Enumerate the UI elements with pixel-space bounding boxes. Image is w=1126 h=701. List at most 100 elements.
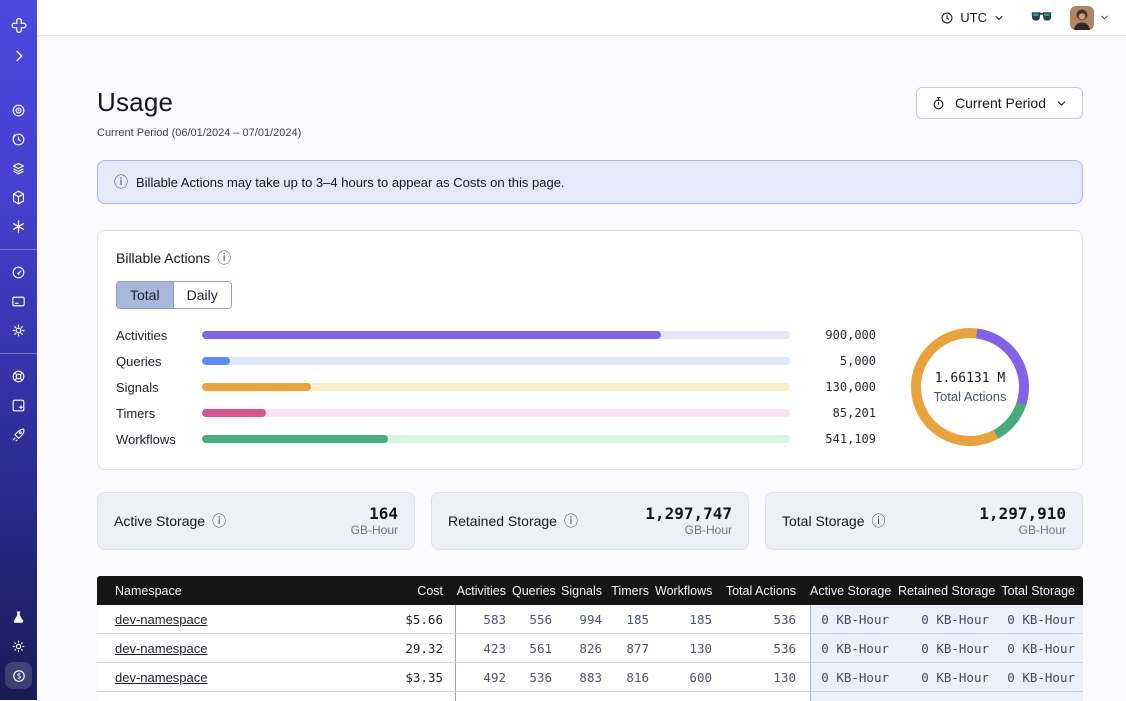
bar-label: Signals bbox=[116, 380, 186, 395]
table-row: dev-namespace$3.354925368838166001300 KB… bbox=[97, 663, 1083, 692]
table-cell: 583 bbox=[455, 605, 512, 633]
bar-track bbox=[202, 435, 790, 443]
stopwatch-icon bbox=[931, 96, 946, 111]
docs-icon[interactable] bbox=[5, 392, 32, 419]
table-cell: 826 bbox=[558, 634, 608, 662]
bar-label: Timers bbox=[116, 406, 186, 421]
namespaces-icon[interactable] bbox=[5, 97, 32, 124]
table-cell: 816 bbox=[608, 663, 655, 691]
table-cell: 0 KB-Hour bbox=[810, 663, 898, 691]
bar-track bbox=[202, 409, 790, 417]
period-selector-label: Current Period bbox=[955, 95, 1046, 111]
info-icon: ⓘ bbox=[114, 172, 128, 192]
table-cell: 0 KB-Hour bbox=[998, 605, 1083, 633]
column-header-active-storage: Active Storage bbox=[810, 584, 898, 598]
bar-track bbox=[202, 331, 790, 339]
table-cell: 536 bbox=[718, 634, 810, 662]
nexus-asterisk-icon[interactable] bbox=[5, 213, 32, 240]
stat-label: Total Storage bbox=[782, 513, 865, 529]
column-header-cost: Cost bbox=[380, 584, 455, 598]
timezone-selector[interactable]: UTC bbox=[940, 10, 1005, 25]
usage-gauge-icon[interactable] bbox=[5, 259, 32, 286]
info-icon[interactable]: ⓘ bbox=[564, 511, 578, 531]
column-header-total-actions: Total Actions bbox=[718, 584, 810, 598]
billing-card-icon[interactable] bbox=[5, 288, 32, 315]
main-content: Usage Current Period (06/01/2024 – 07/01… bbox=[37, 37, 1126, 700]
deployments-icon[interactable] bbox=[5, 155, 32, 182]
stat-label: Retained Storage bbox=[448, 513, 557, 529]
column-header-total-storage: Total Storage bbox=[998, 584, 1083, 598]
table-cell: 0 KB-Hour bbox=[898, 663, 998, 691]
support-lifebuoy-icon[interactable] bbox=[5, 363, 32, 390]
actions-bar-chart: Activities900,000Queries5,000Signals130,… bbox=[116, 322, 876, 452]
table-row: dev-namespace29.324235618268771305360 KB… bbox=[97, 634, 1083, 663]
tab-daily[interactable]: Daily bbox=[173, 282, 231, 308]
chevron-down-icon bbox=[993, 12, 1005, 24]
stat-unit: GB-Hour bbox=[645, 523, 732, 537]
feedback-glasses-icon[interactable] bbox=[1031, 10, 1052, 25]
info-icon[interactable]: ⓘ bbox=[872, 511, 886, 531]
bar-row-timers: Timers85,201 bbox=[116, 400, 876, 426]
user-menu[interactable] bbox=[1070, 6, 1110, 30]
table-cell: 536 bbox=[512, 663, 558, 691]
namespace-link[interactable]: dev-namespace bbox=[115, 670, 208, 685]
billable-actions-card: Billable Actions ⓘ Total Daily Activitie… bbox=[97, 230, 1083, 470]
sidebar: $ bbox=[0, 0, 37, 700]
column-header-workflows: Workflows bbox=[655, 584, 718, 598]
info-banner-text: Billable Actions may take up to 3–4 hour… bbox=[136, 175, 565, 190]
page-title: Usage bbox=[97, 87, 301, 118]
column-header-timers: Timers bbox=[608, 584, 655, 598]
theme-sun-icon[interactable] bbox=[5, 633, 32, 660]
sidebar-divider bbox=[0, 353, 37, 354]
info-icon[interactable]: ⓘ bbox=[217, 248, 231, 268]
namespace-link[interactable]: dev-namespace bbox=[115, 612, 208, 627]
column-header-activities: Activities bbox=[455, 584, 512, 598]
bar-fill bbox=[202, 383, 311, 391]
table-row: dev-namespace$5.665835569941851855360 KB… bbox=[97, 605, 1083, 634]
table-cell: 536 bbox=[718, 605, 810, 633]
chevron-down-icon bbox=[1055, 97, 1068, 110]
clock-icon bbox=[940, 11, 954, 25]
active-storage-card: Active Storageⓘ 164GB-Hour bbox=[97, 492, 415, 550]
table-cell: 29.32 bbox=[380, 634, 455, 662]
billable-actions-title: Billable Actions bbox=[116, 250, 210, 266]
table-header: NamespaceCostActivitiesQueriesSignalsTim… bbox=[97, 576, 1083, 605]
stat-value: 1,297,910 bbox=[979, 505, 1066, 523]
table-cell: 492 bbox=[455, 663, 512, 691]
table-cell: 883 bbox=[558, 663, 608, 691]
labs-flask-icon[interactable] bbox=[5, 604, 32, 631]
sidebar-divider bbox=[0, 78, 37, 88]
namespace-usage-table: NamespaceCostActivitiesQueriesSignalsTim… bbox=[97, 576, 1083, 701]
column-header-signals: Signals bbox=[558, 584, 608, 598]
bar-fill bbox=[202, 331, 661, 339]
workflows-cube-icon[interactable] bbox=[5, 184, 32, 211]
usage-billing-dollar-icon[interactable]: $ bbox=[5, 662, 32, 689]
table-cell: 0 KB-Hour bbox=[898, 634, 998, 662]
info-banner: ⓘ Billable Actions may take up to 3–4 ho… bbox=[97, 160, 1083, 204]
table-cell: 130 bbox=[718, 663, 810, 691]
stat-unit: GB-Hour bbox=[351, 523, 398, 537]
schedules-icon[interactable] bbox=[5, 126, 32, 153]
donut-total-value: 1.66131 M bbox=[935, 371, 1005, 386]
table-cell: 561 bbox=[512, 634, 558, 662]
table-cell: 0 KB-Hour bbox=[898, 605, 998, 633]
getting-started-rocket-icon[interactable] bbox=[5, 421, 32, 448]
actions-donut-chart: 1.66131 M Total Actions bbox=[911, 328, 1029, 446]
column-header-namespace: Namespace bbox=[97, 584, 380, 598]
table-cell: $5.66 bbox=[380, 605, 455, 633]
retained-storage-card: Retained Storageⓘ 1,297,747GB-Hour bbox=[431, 492, 749, 550]
table-cell: 423 bbox=[455, 634, 512, 662]
table-cell: dev-namespace bbox=[97, 634, 380, 662]
table-cell: $3.35 bbox=[380, 663, 455, 691]
tab-total[interactable]: Total bbox=[117, 282, 173, 308]
sidebar-collapse-icon[interactable] bbox=[5, 42, 32, 69]
table-cell: 0 KB-Hour bbox=[998, 663, 1083, 691]
info-icon[interactable]: ⓘ bbox=[212, 511, 226, 531]
usage-table-body: dev-namespace$5.665835569941851855360 KB… bbox=[97, 605, 1083, 701]
namespace-link[interactable]: dev-namespace bbox=[115, 641, 208, 656]
period-selector-button[interactable]: Current Period bbox=[916, 87, 1083, 119]
bar-track bbox=[202, 383, 790, 391]
table-cell: 556 bbox=[512, 605, 558, 633]
settings-gear-icon[interactable] bbox=[5, 317, 32, 344]
temporal-logo-icon[interactable] bbox=[5, 13, 32, 40]
